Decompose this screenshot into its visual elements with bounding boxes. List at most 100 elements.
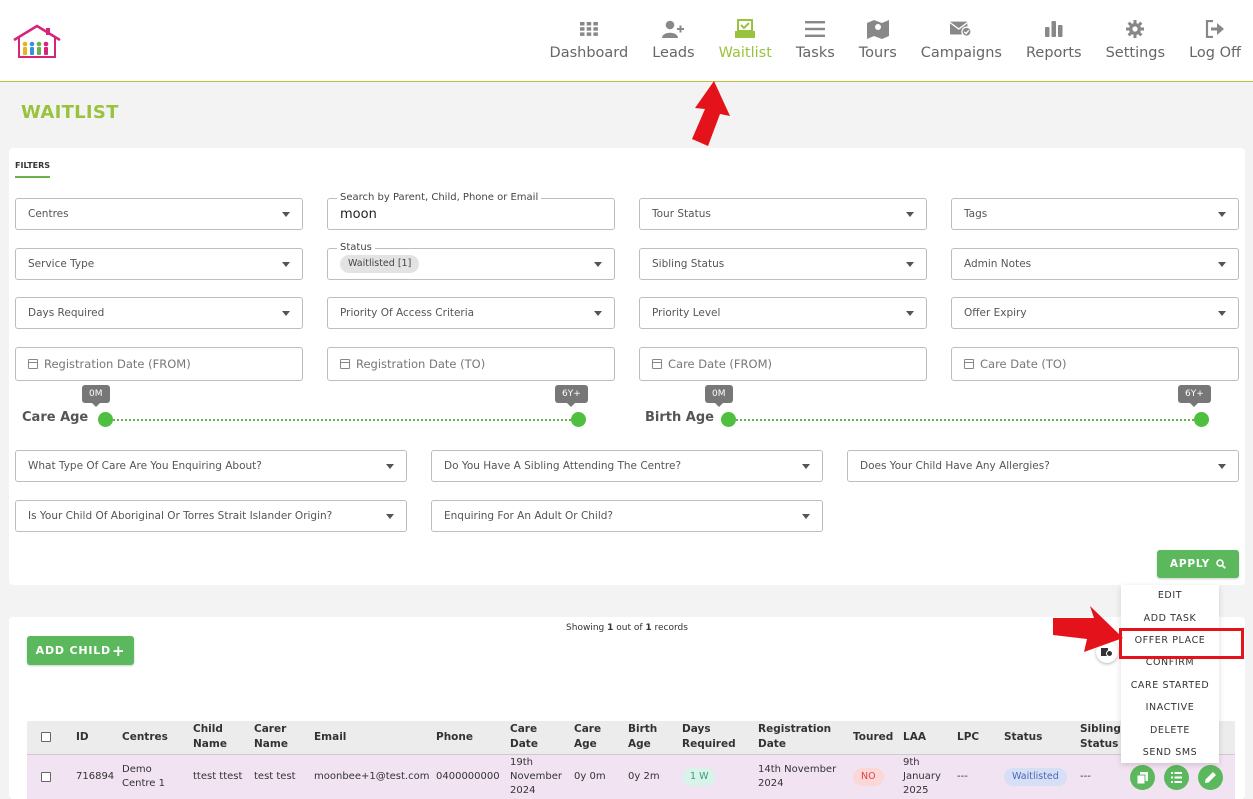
nav-leads-label: Leads [652, 45, 695, 61]
nav-tours[interactable]: Tours [847, 18, 909, 70]
menu-item-delete[interactable]: DELETE [1121, 725, 1219, 736]
nav-campaigns[interactable]: Campaigns [909, 18, 1014, 70]
add-child-label: ADD CHILD [35, 644, 111, 657]
col-laa[interactable]: LAA [903, 730, 926, 745]
nav-reports[interactable]: Reports [1014, 18, 1094, 70]
nav-settings[interactable]: Settings [1094, 18, 1177, 70]
menu-item-send-sms[interactable]: SEND SMS [1121, 747, 1219, 758]
registration-date-to[interactable]: Registration Date (TO) [327, 347, 615, 381]
menu-item-inactive[interactable]: INACTIVE [1121, 702, 1219, 713]
menu-item-add-task[interactable]: ADD TASK [1121, 613, 1219, 624]
col-care-age[interactable]: Care Age [574, 722, 614, 752]
chevron-down-icon [906, 262, 914, 267]
nav-log-off[interactable]: Log Off [1177, 18, 1253, 70]
notes-button[interactable] [1164, 765, 1189, 790]
menu-item-edit[interactable]: EDIT [1121, 590, 1219, 601]
col-id[interactable]: ID [76, 730, 89, 745]
chevron-down-icon [594, 311, 602, 316]
nav-tours-label: Tours [858, 45, 897, 61]
tour-status-select[interactable]: Tour Status [639, 198, 927, 230]
apply-label: APPLY [1169, 558, 1211, 570]
nav-reports-label: Reports [1025, 45, 1082, 61]
nav-tasks[interactable]: Tasks [784, 18, 847, 70]
row-action-menu: EDIT ADD TASK OFFER PLACE CONFIRM CARE S… [1121, 585, 1219, 763]
menu-item-care-started[interactable]: CARE STARTED [1121, 680, 1219, 691]
chevron-down-icon [594, 262, 602, 267]
nav-waitlist[interactable]: Waitlist [707, 18, 784, 70]
table-row[interactable]: 716894 Demo Centre 1 ttest ttest test te… [27, 755, 1235, 799]
aboriginal-question-select[interactable]: Is Your Child Of Aboriginal Or Torres St… [15, 500, 407, 532]
edit-button[interactable] [1198, 765, 1223, 790]
copy-button[interactable] [1130, 765, 1155, 790]
col-status[interactable]: Status [1004, 730, 1042, 745]
search-icon [1216, 559, 1227, 569]
toured-badge: NO [853, 768, 884, 786]
allergies-question-select[interactable]: Does Your Child Have Any Allergies? [847, 450, 1239, 482]
priority-level-select[interactable]: Priority Level [639, 297, 927, 329]
col-toured[interactable]: Toured [853, 730, 893, 745]
search-input[interactable]: Search by Parent, Child, Phone or Email … [327, 192, 615, 230]
centres-select[interactable]: Centres [15, 198, 303, 230]
pencil-icon [1205, 772, 1216, 783]
col-registration-date[interactable]: Registration Date [758, 722, 838, 752]
offer-expiry-select[interactable]: Offer Expiry [951, 297, 1239, 329]
adult-child-question-select[interactable]: Enquiring For An Adult Or Child? [431, 500, 823, 532]
nav-dashboard[interactable]: Dashboard [538, 18, 641, 70]
priority-access-select[interactable]: Priority Of Access Criteria [327, 297, 615, 329]
col-child-name[interactable]: Child Name [193, 722, 233, 752]
offer-place-highlight [1119, 628, 1244, 659]
days-required-select[interactable]: Days Required [15, 297, 303, 329]
birth-age-track[interactable] [729, 419, 1202, 421]
registration-date-from[interactable]: Registration Date (FROM) [15, 347, 303, 381]
care-type-question-select[interactable]: What Type Of Care Are You Enquiring Abou… [15, 450, 407, 482]
service-type-select[interactable]: Service Type [15, 248, 303, 280]
cell-child-name[interactable]: ttest ttest [193, 770, 242, 784]
calendar-icon [652, 359, 662, 369]
gear-icon [1124, 18, 1146, 40]
row-checkbox[interactable] [41, 772, 51, 782]
mail-check-icon [950, 18, 973, 40]
house-logo-icon[interactable] [11, 23, 63, 59]
birth-age-min-tooltip: 0M [705, 385, 733, 407]
showing-prefix: Showing [566, 623, 608, 633]
nav-log-off-label: Log Off [1189, 45, 1241, 61]
care-date-to[interactable]: Care Date (TO) [951, 347, 1239, 381]
showing-suffix: records [651, 623, 688, 633]
admin-notes-select[interactable]: Admin Notes [951, 248, 1239, 280]
add-child-button[interactable]: ADD CHILD + [27, 636, 134, 665]
sibling-question-select[interactable]: Do You Have A Sibling Attending The Cent… [431, 450, 823, 482]
select-all-checkbox[interactable] [41, 732, 51, 742]
col-lpc[interactable]: LPC [957, 730, 979, 745]
col-days-required[interactable]: Days Required [682, 722, 742, 752]
col-carer-name[interactable]: Carer Name [254, 722, 294, 752]
cell-birth-age: 0y 2m [628, 771, 660, 782]
apply-button[interactable]: APPLY [1157, 550, 1239, 578]
col-centres[interactable]: Centres [122, 730, 168, 745]
col-care-date[interactable]: Care Date [510, 722, 550, 752]
list-icon [804, 18, 826, 40]
care-age-max-handle[interactable] [571, 412, 586, 427]
col-email[interactable]: Email [314, 730, 346, 745]
nav-leads[interactable]: Leads [640, 18, 706, 70]
status-select[interactable]: Status Waitlisted [1] [327, 242, 615, 280]
sibling-status-select[interactable]: Sibling Status [639, 248, 927, 280]
cell-lpc: --- [957, 771, 968, 782]
chevron-down-icon [1218, 311, 1226, 316]
chevron-down-icon [802, 514, 810, 519]
tags-select[interactable]: Tags [951, 198, 1239, 230]
admin-notes-placeholder: Admin Notes [964, 258, 1032, 270]
care-date-from[interactable]: Care Date (FROM) [639, 347, 927, 381]
birth-age-max-handle[interactable] [1194, 412, 1209, 427]
care-age-min-handle[interactable] [98, 412, 113, 427]
list-icon [1171, 772, 1182, 783]
care-age-min-tooltip: 0M [82, 385, 110, 407]
filters-tab[interactable]: FILTERS [15, 161, 51, 178]
birth-age-min-handle[interactable] [721, 412, 736, 427]
care-age-track[interactable] [106, 419, 579, 421]
cell-centre: Demo Centre 1 [122, 764, 165, 789]
adult-child-question-placeholder: Enquiring For An Adult Or Child? [444, 510, 614, 522]
col-phone[interactable]: Phone [436, 730, 473, 745]
status-chip[interactable]: Waitlisted [1] [340, 255, 420, 273]
col-sibling-status[interactable]: Sibling Status [1080, 722, 1125, 752]
col-birth-age[interactable]: Birth Age [628, 722, 668, 752]
